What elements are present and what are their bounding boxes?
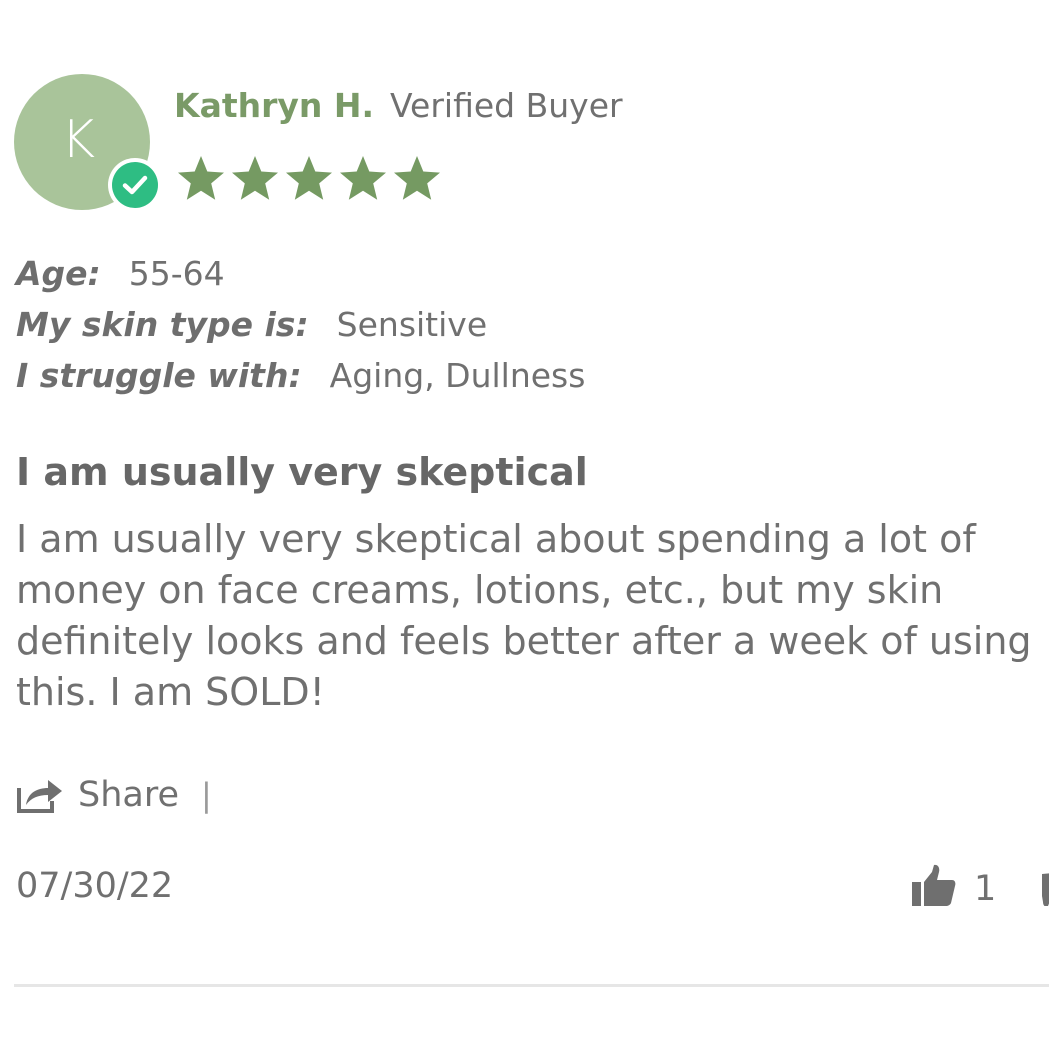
review-date: 07/30/22 [16,866,174,906]
review-title: I am usually very skeptical [16,450,588,494]
attribute-value: Aging, Dullness [329,356,586,395]
thumbs-down-icon[interactable] [1038,866,1049,906]
star-icon [394,156,440,200]
reviewer-name[interactable]: Kathryn H. [174,86,374,125]
attribute-label: I struggle with: [16,356,302,395]
review-card: K Kathryn H. Verified Buyer Age: 55-64 M… [0,0,1049,1049]
divider [14,984,1049,987]
attribute-value: Sensitive [336,305,488,344]
share-row: Share | [16,770,212,820]
verified-check-icon [108,158,162,212]
attribute-value: 55-64 [128,254,225,293]
thumbs-up-icon[interactable] [910,862,958,910]
share-button[interactable]: Share [78,775,179,815]
attribute-label: Age: [16,254,101,293]
star-rating [174,152,444,206]
star-icon [232,156,278,200]
helpful-count: 1 [974,869,997,909]
separator: | [201,776,212,814]
attribute-age: Age: 55-64 [16,254,585,305]
reviewer-attributes: Age: 55-64 My skin type is: Sensitive I … [16,254,585,407]
reviewer-line: Kathryn H. Verified Buyer [174,86,623,130]
verified-buyer-label: Verified Buyer [390,86,623,125]
star-icon [178,156,224,200]
star-icon [286,156,332,200]
share-icon[interactable] [16,776,64,814]
avatar-initial: K [60,110,96,170]
attribute-concerns: I struggle with: Aging, Dullness [16,356,585,407]
helpful-vote-button[interactable]: 1 [910,862,996,910]
attribute-label: My skin type is: [16,305,309,344]
review-body: I am usually very skeptical about spendi… [16,517,1032,714]
attribute-skin-type: My skin type is: Sensitive [16,305,585,356]
star-icon [340,156,386,200]
unhelpful-vote-button[interactable] [1038,866,1049,906]
